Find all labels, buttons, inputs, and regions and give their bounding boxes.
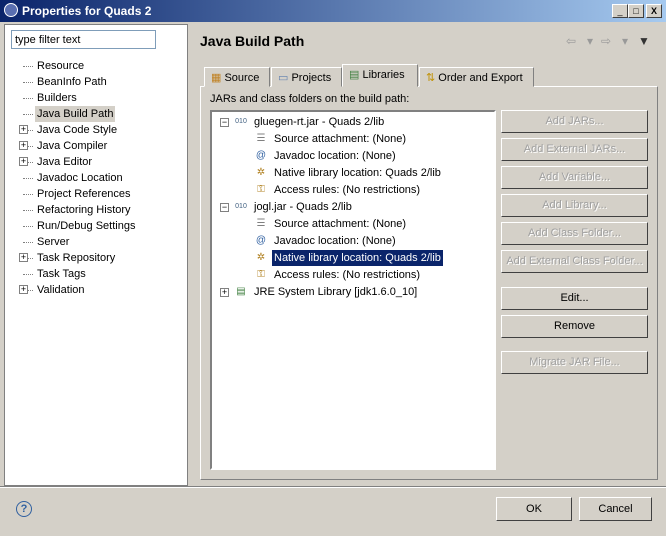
tree-connector <box>23 178 33 179</box>
folder-icon: ▭ <box>278 72 289 84</box>
forward-arrow-icon[interactable]: ⇨ <box>601 34 611 48</box>
tree-item[interactable]: Javadoc location: (None) <box>272 148 398 164</box>
javadoc-icon: @ <box>255 235 267 246</box>
tree-connector <box>23 274 33 275</box>
expand-icon[interactable]: + <box>19 285 28 294</box>
minimize-button[interactable]: _ <box>612 4 628 18</box>
filter-input[interactable] <box>11 30 156 49</box>
help-icon[interactable]: ? <box>16 501 32 517</box>
tree-connector <box>23 194 33 195</box>
ok-button[interactable]: OK <box>496 497 572 521</box>
title-bar: Properties for Quads 2 <box>0 0 666 22</box>
tree-connector <box>23 210 33 211</box>
native-icon: ✲ <box>256 252 266 263</box>
property-pages-panel: ResourceBeanInfo PathBuildersJava Build … <box>4 24 188 486</box>
sidebar-item[interactable]: Run/Debug Settings <box>35 218 137 234</box>
tree-connector <box>23 242 33 243</box>
sidebar-item[interactable]: Java Code Style <box>35 122 119 138</box>
tab-libraries[interactable]: ▤ Libraries <box>342 64 418 87</box>
tab-source[interactable]: ▦ Source <box>204 67 270 87</box>
add-library-button[interactable]: Add Library... <box>501 194 648 217</box>
sidebar-item[interactable]: Task Repository <box>35 250 117 266</box>
sidebar-item[interactable]: Java Editor <box>35 154 94 170</box>
access-icon: ⚿ <box>257 184 265 195</box>
toggle-icon[interactable]: + <box>220 288 229 297</box>
sidebar-item[interactable]: Task Tags <box>35 266 88 282</box>
expand-icon[interactable]: + <box>19 125 28 134</box>
add-external-class-folder-button[interactable]: Add External Class Folder... <box>501 250 648 273</box>
eclipse-icon <box>4 3 18 17</box>
sidebar-item[interactable]: Refactoring History <box>35 202 133 218</box>
sidebar-item[interactable]: Project References <box>35 186 133 202</box>
expand-icon[interactable]: + <box>19 253 28 262</box>
sidebar-item[interactable]: Javadoc Location <box>35 170 125 186</box>
source-icon: ▦ <box>211 72 222 84</box>
javadoc-icon: @ <box>255 150 267 161</box>
expand-icon[interactable]: + <box>19 157 28 166</box>
tree-item[interactable]: Source attachment: (None) <box>272 131 408 147</box>
tree-connector <box>23 98 33 99</box>
tree-connector <box>23 66 33 67</box>
libraries-icon: ▤ <box>349 69 360 81</box>
tree-item[interactable]: jogl.jar - Quads 2/lib <box>252 199 354 215</box>
edit-button[interactable]: Edit... <box>501 287 648 310</box>
tree-item[interactable]: Native library location: Quads 2/lib <box>271 249 444 267</box>
forward-dropdown-icon[interactable]: ▾ <box>622 34 628 48</box>
sidebar-item[interactable]: Server <box>35 234 71 250</box>
close-button[interactable]: X <box>646 4 662 18</box>
tree-item[interactable]: Source attachment: (None) <box>272 216 408 232</box>
jar-icon: 010 <box>235 203 247 210</box>
source-icon: ☰ <box>256 133 266 144</box>
build-path-label: JARs and class folders on the build path… <box>210 93 410 105</box>
tree-item[interactable]: Javadoc location: (None) <box>272 233 398 249</box>
toggle-icon[interactable]: − <box>220 203 229 212</box>
remove-button[interactable]: Remove <box>501 315 648 338</box>
page-title: Java Build Path <box>200 33 305 49</box>
libraries-tree[interactable]: −010 gluegen-rt.jar - Quads 2/lib ☰ Source … <box>210 110 496 470</box>
back-dropdown-icon[interactable]: ▾ <box>587 34 593 48</box>
order-icon: ⇅ <box>426 72 436 84</box>
tree-item[interactable]: gluegen-rt.jar - Quads 2/lib <box>252 114 386 130</box>
tree-item[interactable]: Access rules: (No restrictions) <box>272 267 422 283</box>
sidebar-item[interactable]: Java Compiler <box>35 138 109 154</box>
view-menu-icon[interactable]: ▼ <box>638 34 650 48</box>
sidebar-item[interactable]: Java Build Path <box>35 106 116 122</box>
jar-icon: 010 <box>235 118 247 125</box>
add-external-jars-button[interactable]: Add External JARs... <box>501 138 648 161</box>
add-jars-button[interactable]: Add JARs... <box>501 110 648 133</box>
access-icon: ⚿ <box>257 269 265 280</box>
cancel-button[interactable]: Cancel <box>579 497 652 521</box>
tree-connector <box>23 82 33 83</box>
migrate-jar-file-button[interactable]: Migrate JAR File... <box>501 351 648 374</box>
library-icon: ▤ <box>236 286 246 297</box>
toggle-icon[interactable]: − <box>220 118 229 127</box>
tree-item[interactable]: Access rules: (No restrictions) <box>272 182 422 198</box>
add-class-folder-button[interactable]: Add Class Folder... <box>501 222 648 245</box>
back-arrow-icon[interactable]: ⇦ <box>566 34 576 48</box>
window-title: Properties for Quads 2 <box>22 4 152 18</box>
sidebar-item[interactable]: Builders <box>35 90 79 106</box>
sidebar-item[interactable]: Resource <box>35 58 86 74</box>
tab-order-and-export[interactable]: ⇅ Order and Export <box>419 67 534 87</box>
tree-connector <box>23 226 33 227</box>
tree-item[interactable]: Native library location: Quads 2/lib <box>272 165 443 181</box>
tree-item[interactable]: JRE System Library [jdk1.6.0_10] <box>252 284 419 300</box>
separator <box>0 486 666 488</box>
native-icon: ✲ <box>256 167 266 178</box>
tree-connector <box>23 114 33 115</box>
sidebar-item[interactable]: BeanInfo Path <box>35 74 109 90</box>
tab-projects[interactable]: ▭ Projects <box>271 67 342 87</box>
maximize-button[interactable]: □ <box>628 4 644 18</box>
sidebar-item[interactable]: Validation <box>35 282 87 298</box>
expand-icon[interactable]: + <box>19 141 28 150</box>
add-variable-button[interactable]: Add Variable... <box>501 166 648 189</box>
source-icon: ☰ <box>256 218 266 229</box>
